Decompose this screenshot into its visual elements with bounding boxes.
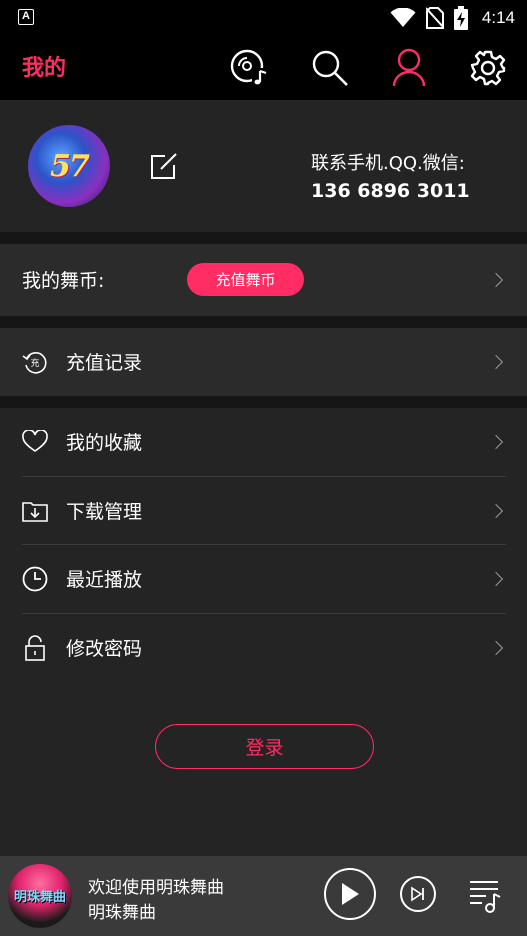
playlist-button[interactable] [468,878,502,914]
heart-icon [22,429,48,455]
list-item-change-password[interactable]: 修改密码 [0,614,527,682]
recharge-record-row[interactable]: 充 充值记录 [0,328,527,396]
chevron-right-icon [488,503,504,519]
play-icon [342,883,359,905]
search-icon [312,50,348,86]
my-coins-label: 我的舞币: [22,270,105,292]
playlist-icon [470,881,501,913]
favorites-label: 我的收藏 [66,432,143,454]
avatar[interactable]: 57 [28,125,110,207]
change-password-label: 修改密码 [66,638,143,660]
chevron-right-icon [488,354,504,370]
downloads-label: 下载管理 [66,501,143,523]
folder-download-icon [22,498,48,524]
status-icons: 4:14 [390,0,515,36]
section-divider [0,316,527,328]
battery-charging-icon [453,6,468,30]
album-art[interactable]: 明珠舞曲 [8,864,72,928]
page-title: 我的 [22,56,67,81]
avatar-logo-text: 57 [50,148,90,184]
app-bar: 我的 [0,36,527,100]
login-button[interactable]: 登录 [155,724,374,769]
svg-text:充: 充 [30,357,39,369]
list-item-recent[interactable]: 最近播放 [0,545,527,613]
chevron-right-icon [488,272,504,288]
edit-icon [151,153,177,179]
user-button[interactable] [387,46,431,90]
contact-number: 136 6896 3011 [311,180,470,202]
chevron-right-icon [488,640,504,656]
gear-icon [470,50,506,86]
section-divider [0,232,527,244]
user-icon [392,48,426,87]
recharge-record-label: 充值记录 [66,352,143,374]
status-bar: A 4:14 [0,0,527,36]
wifi-icon [390,8,416,27]
no-sim-icon [425,7,444,29]
disc-music-button[interactable] [228,46,272,90]
chevron-right-icon [488,571,504,587]
skip-next-icon [411,886,424,902]
recharge-coins-button[interactable]: 充值舞币 [187,263,304,296]
a-icon: A [18,9,34,25]
list-item-downloads[interactable]: 下载管理 [0,477,527,545]
search-button[interactable] [308,46,352,90]
section-divider [0,396,527,408]
album-art-text: 明珠舞曲 [13,890,66,905]
play-button[interactable] [324,868,376,920]
status-time: 4:14 [481,8,515,27]
edit-profile-button[interactable] [150,152,178,180]
mini-player[interactable]: 明珠舞曲 欢迎使用明珠舞曲 明珠舞曲 [0,856,527,936]
recharge-history-icon: 充 [22,349,48,375]
next-track-button[interactable] [400,876,436,912]
settings-button[interactable] [466,46,510,90]
player-title: 欢迎使用明珠舞曲 [88,878,224,898]
disc-music-icon [230,49,267,86]
recent-label: 最近播放 [66,569,143,591]
list-item-favorites[interactable]: 我的收藏 [0,408,527,476]
clock-icon [22,566,48,592]
lock-icon [22,635,48,661]
profile-section: 57 联系手机.QQ.微信: 136 6896 3011 [0,100,527,232]
contact-label: 联系手机.QQ.微信: [311,153,465,174]
player-subtitle: 明珠舞曲 [88,903,156,923]
chevron-right-icon [488,434,504,450]
